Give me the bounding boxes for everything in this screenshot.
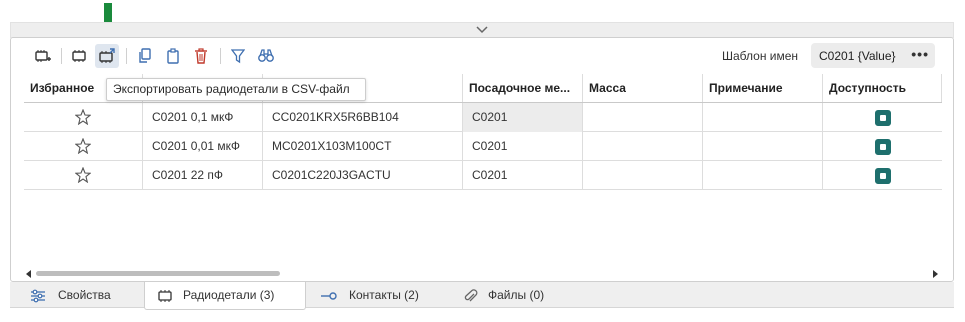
chip-icon (158, 290, 172, 302)
star-icon[interactable] (74, 166, 92, 184)
table-row[interactable]: C0201 22 пФ C0201C220J3GACTU C0201 (24, 161, 942, 190)
part-number-cell[interactable]: C0201C220J3GACTU (263, 161, 463, 190)
column-header-mass[interactable]: Масса (583, 74, 703, 102)
bottom-tab-bar: Свойства Радиодетали (3) Контакты (2) Фа… (10, 282, 954, 310)
table-row[interactable]: C0201 0,01 мкФ MC0201X103M100CT C0201 (24, 132, 942, 161)
pin-icon (321, 292, 337, 300)
star-icon[interactable] (74, 137, 92, 155)
tab-contacts[interactable]: Контакты (2) (316, 282, 446, 308)
clipboard-icon (167, 48, 179, 64)
filter-icon (231, 49, 245, 64)
footprint-cell[interactable]: C0201 (463, 103, 583, 132)
toolbar-separator (220, 48, 221, 64)
sliders-icon (31, 289, 45, 303)
favorite-cell[interactable] (24, 161, 143, 190)
paperclip-icon (464, 289, 478, 302)
filter-button[interactable] (226, 44, 250, 68)
part-number-cell[interactable]: MC0201X103M100CT (263, 132, 463, 161)
part-number-cell[interactable]: CC0201KRX5R6BB104 (263, 103, 463, 132)
more-options-button[interactable]: ••• (911, 47, 929, 61)
export-tooltip: Экспортировать радиодетали в CSV-файл (106, 78, 366, 101)
footprint-cell[interactable]: C0201 (463, 161, 583, 190)
delete-button[interactable] (189, 44, 213, 68)
column-header-note[interactable]: Примечание (703, 74, 823, 102)
binoculars-icon (258, 49, 274, 62)
export-csv-button[interactable] (95, 44, 119, 68)
note-cell[interactable] (703, 103, 823, 132)
mass-cell[interactable] (583, 103, 703, 132)
name-cell[interactable]: C0201 0,01 мкФ (143, 132, 263, 161)
trash-icon (195, 48, 207, 64)
mass-cell[interactable] (583, 161, 703, 190)
horizontal-scrollbar[interactable] (24, 268, 942, 280)
column-header-availability[interactable]: Доступность (823, 74, 942, 102)
availability-icon (874, 139, 891, 155)
chevron-down-icon (476, 26, 488, 34)
copy-button[interactable] (133, 44, 157, 68)
name-template-value: C0201 {Value} (819, 48, 896, 63)
tab-files[interactable]: Файлы (0) (462, 282, 572, 308)
search-button[interactable] (254, 44, 278, 68)
copy-icon (139, 48, 151, 63)
note-cell[interactable] (703, 161, 823, 190)
mass-cell[interactable] (583, 132, 703, 161)
footprint-cell[interactable]: C0201 (463, 132, 583, 161)
tab-components[interactable]: Радиодетали (3) (144, 282, 306, 310)
name-cell[interactable]: C0201 22 пФ (143, 161, 263, 190)
availability-cell[interactable] (823, 132, 942, 161)
toolbar-separator (126, 48, 127, 64)
scrollbar-thumb[interactable] (36, 271, 280, 276)
favorite-cell[interactable] (24, 132, 143, 161)
availability-cell[interactable] (823, 103, 942, 132)
availability-cell[interactable] (823, 161, 942, 190)
export-chip-icon (99, 48, 115, 63)
note-cell[interactable] (703, 132, 823, 161)
add-chip-icon (35, 50, 51, 62)
availability-icon (874, 168, 891, 184)
tab-label: Контакты (2) (349, 288, 419, 302)
chip-icon (72, 50, 86, 62)
favorite-cell[interactable] (24, 103, 143, 132)
collapse-bar[interactable] (10, 22, 954, 38)
star-icon[interactable] (74, 108, 92, 126)
table-row[interactable]: C0201 0,1 мкФ CC0201KRX5R6BB104 C0201 (24, 103, 942, 132)
paste-button[interactable] (161, 44, 185, 68)
name-cell[interactable]: C0201 0,1 мкФ (143, 103, 263, 132)
add-component-button[interactable] (31, 44, 55, 68)
availability-icon (874, 110, 891, 126)
tab-properties[interactable]: Свойства (26, 282, 144, 308)
tab-label: Свойства (58, 288, 111, 302)
import-components-button[interactable] (67, 44, 91, 68)
name-template-field[interactable]: C0201 {Value} ••• (811, 43, 935, 68)
toolbar-separator (61, 48, 62, 64)
column-header-footprint[interactable]: Посадочное ме... (463, 74, 583, 102)
name-template-label: Шаблон имен (722, 49, 799, 63)
tab-label: Файлы (0) (488, 288, 545, 302)
scroll-left-icon[interactable] (26, 270, 31, 278)
scroll-right-icon[interactable] (933, 270, 938, 278)
tab-label: Радиодетали (3) (183, 288, 275, 302)
